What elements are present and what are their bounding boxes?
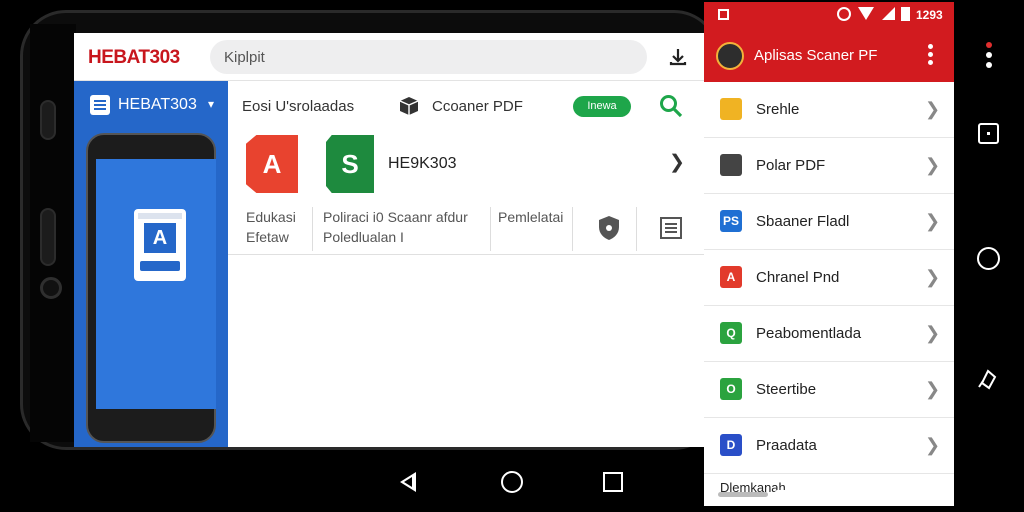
drawer-item[interactable]: PS Sbaaner Fladl ❯: [704, 194, 954, 250]
home-circle-icon[interactable]: [977, 247, 1000, 270]
camera-lens: [40, 277, 62, 299]
system-nav-bar: [354, 458, 674, 506]
chevron-right-icon: ❯: [925, 99, 941, 119]
divider: [490, 207, 491, 251]
app-icon-sheets[interactable]: S: [326, 135, 374, 193]
card-letter: A: [144, 223, 176, 253]
box-icon: [399, 97, 419, 115]
acrobat-icon: A: [720, 266, 742, 288]
notification-icon: [718, 9, 729, 20]
refresh-icon: O: [720, 378, 742, 400]
tab-scanner-pdf[interactable]: Ccoaner PDF: [432, 98, 523, 115]
brand-logo[interactable]: HEBAT303: [88, 47, 180, 69]
recents-icon[interactable]: [603, 472, 623, 492]
card-bar: [140, 261, 180, 271]
grid-icon: [720, 154, 742, 176]
drawer-item[interactable]: A Chranel Pnd ❯: [704, 250, 954, 306]
document-d-icon: D: [720, 434, 742, 456]
chevron-right-icon: ❯: [925, 211, 941, 231]
drawer-item[interactable]: Srehle ❯: [704, 82, 954, 138]
info-line: Pemlelatai: [498, 209, 564, 225]
home-indicator[interactable]: [775, 490, 869, 495]
drawer-item[interactable]: D Praadata ❯: [704, 418, 954, 474]
info-line: Efetaw: [246, 229, 289, 245]
search-input[interactable]: [210, 40, 647, 74]
info-line: Poliraci i0 Scaanr afdur: [323, 209, 468, 225]
info-cell-notice[interactable]: Pemlelatai: [498, 207, 578, 251]
divider: [312, 207, 313, 251]
chevron-right-icon: ❯: [925, 323, 941, 343]
drawer-item[interactable]: Polar PDF ❯: [704, 138, 954, 194]
drawer-item[interactable]: O Steertibe ❯: [704, 362, 954, 418]
shield-icon[interactable]: [598, 215, 620, 241]
ps-icon: PS: [720, 210, 742, 232]
battery-icon: [901, 7, 910, 21]
download-icon[interactable]: [666, 45, 690, 69]
drawer-item-label: Srehle: [756, 101, 800, 118]
app-icon-acrobat[interactable]: A: [246, 135, 298, 193]
main-content: Eosi U'srolaadas Ccoaner PDF Inewa A S H…: [228, 81, 708, 447]
info-line: Edukasi: [246, 209, 296, 225]
chevron-right-icon: ❯: [925, 267, 941, 287]
status-bar: 1293: [704, 2, 954, 28]
info-line: Poledlualan I: [323, 229, 404, 245]
volume-down-button: [40, 208, 56, 266]
alarm-icon: [837, 7, 851, 21]
panel-logo-icon: [90, 95, 110, 115]
panel-caret-icon[interactable]: ▾: [208, 97, 214, 111]
drawer-item-label: Steertibe: [756, 381, 817, 398]
drawer-item-label: Sbaaner Fladl: [756, 213, 850, 230]
chevron-right-icon: ❯: [925, 435, 941, 455]
chevron-right-icon: ❯: [925, 379, 941, 399]
back-icon-inner: [404, 477, 412, 487]
content-tab-bar: Eosi U'srolaadas Ccoaner PDF Inewa: [228, 81, 708, 131]
folder-icon: [720, 98, 742, 120]
info-cell-policy[interactable]: Poliraci i0 Scaanr afdur Poledlualan I: [323, 207, 493, 251]
drawer-header: Aplisas Scaner PF: [704, 28, 954, 82]
divider: [636, 207, 637, 251]
app-name[interactable]: HE9K303: [388, 155, 457, 173]
side-control-bar: [966, 30, 1012, 410]
drawer-item-label: Praadata: [756, 437, 817, 454]
app-drawer: 1293 Aplisas Scaner PF Srehle ❯ Polar PD…: [704, 2, 954, 506]
panel-title[interactable]: HEBAT303: [118, 96, 197, 114]
drawer-title: Aplisas Scaner PF: [754, 47, 878, 64]
home-icon[interactable]: [501, 471, 523, 493]
volume-up-button: [40, 100, 56, 140]
card-strip: [138, 213, 182, 219]
info-row: Edukasi Efetaw Poliraci i0 Scaanr afdur …: [228, 201, 708, 255]
app-card-illustration: A: [134, 209, 186, 281]
info-cell-education[interactable]: Edukasi Efetaw: [246, 207, 316, 251]
document-icon[interactable]: [660, 217, 682, 239]
chevron-right-icon: ❯: [925, 155, 941, 175]
divider: [572, 207, 573, 251]
avatar[interactable]: [716, 42, 744, 70]
drawer-scrollbar[interactable]: [718, 492, 768, 497]
wifi-icon: [858, 7, 874, 20]
overflow-menu-icon[interactable]: [928, 44, 934, 66]
new-badge[interactable]: Inewa: [573, 96, 631, 117]
app-row: A S HE9K303 ❯: [228, 131, 708, 201]
browser-screen: HEBAT303 HEBAT303 ▾ A Eosi U'srolaadas C…: [74, 33, 708, 447]
phone-illustration-screen: [96, 159, 216, 409]
tab-uploads[interactable]: Eosi U'srolaadas: [242, 98, 354, 115]
status-time: 1293: [916, 8, 943, 22]
promo-panel: HEBAT303 ▾ A: [74, 81, 228, 447]
chevron-right-icon[interactable]: ❯: [669, 151, 685, 174]
search-icon[interactable]: [658, 93, 684, 119]
drawer-item-label: Peabomentlada: [756, 325, 862, 342]
drawer-item-label: Polar PDF: [756, 157, 826, 174]
rotate-icon[interactable]: [976, 367, 1000, 391]
drawer-item[interactable]: Q Peabomentlada ❯: [704, 306, 954, 362]
signal-icon: [882, 7, 895, 20]
screenshot-icon[interactable]: [978, 123, 999, 144]
browser-toolbar: HEBAT303: [74, 33, 708, 81]
location-icon: Q: [720, 322, 742, 344]
drawer-item-label: Chranel Pnd: [756, 269, 840, 286]
